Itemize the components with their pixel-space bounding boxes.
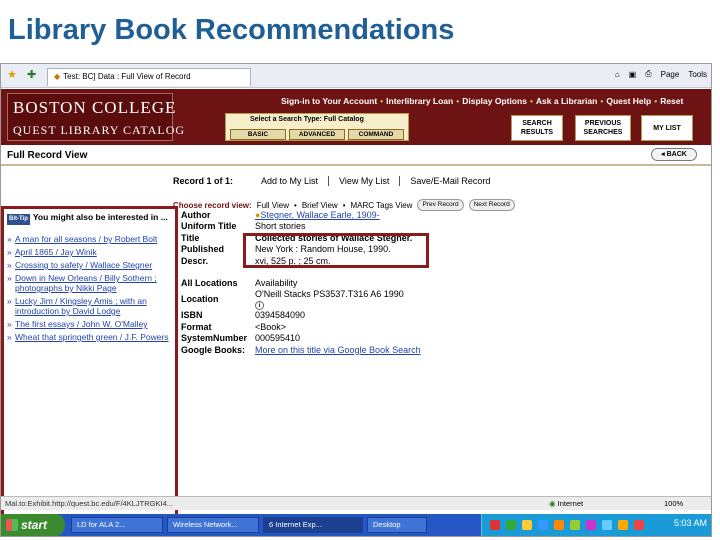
tray-icon[interactable] (570, 520, 580, 530)
tray-icon[interactable] (522, 520, 532, 530)
tray-icon[interactable] (602, 520, 612, 530)
search-type-box: Select a Search Type: Full Catalog BASIC… (225, 113, 409, 141)
browser-tools: ⌂ ▣ ⎙ Page Tools (615, 69, 707, 79)
feeds-icon[interactable]: ▣ (629, 70, 637, 79)
page-menu[interactable]: Page (661, 70, 680, 79)
status-bar: Mal.to:Exhibit.http://quest.bc.edu/F/4KL… (1, 496, 711, 510)
record-row-author: Author ●Stegner, Wallace Earle, 1909- (181, 210, 424, 221)
advanced-search-button[interactable]: ADVANCED (289, 129, 345, 140)
start-button[interactable]: start (1, 514, 65, 536)
nav-ask-librarian[interactable]: Ask a Librarian (536, 96, 597, 106)
record-details: Author ●Stegner, Wallace Earle, 1909- Un… (181, 210, 424, 356)
recommendations-highlight (1, 206, 178, 536)
tray-icon[interactable] (634, 520, 644, 530)
tray-icon[interactable] (538, 520, 548, 530)
security-zone: ◉ Internet (549, 499, 584, 508)
tray-icon[interactable] (490, 520, 500, 530)
favorites-star-icon[interactable]: ★ (7, 68, 17, 81)
browser-screenshot: ★ ✚ ◆ Test: BC] Data : Full View of Recor… (0, 63, 712, 537)
back-button[interactable]: ◂ BACK (651, 148, 697, 161)
nav-display-options[interactable]: Display Options (462, 96, 527, 106)
record-view-title: Full Record View (7, 150, 88, 161)
record-row-uniform-title: Uniform Title Short stories (181, 221, 306, 232)
bc-logo[interactable]: BOSTON COLLEGE QUEST LIBRARY CATALOG (7, 93, 184, 141)
add-favorites-icon[interactable]: ✚ (27, 68, 36, 81)
nav-reset[interactable]: Reset (660, 96, 683, 106)
slide-title: Library Book Recommendations (8, 14, 455, 46)
taskbar-item[interactable]: LD for ALA 2... (71, 517, 163, 533)
status-url: Mal.to:Exhibit.http://quest.bc.edu/F/4KL… (5, 499, 173, 508)
marc-view-link[interactable]: MARC Tags View (351, 201, 413, 210)
logo-line2: QUEST LIBRARY CATALOG (13, 123, 186, 137)
brief-view-link[interactable]: Brief View (302, 201, 338, 210)
full-view-link[interactable]: Full View (257, 201, 289, 210)
nav-quest-help[interactable]: Quest Help (606, 96, 651, 106)
title-highlight (243, 233, 429, 268)
globe-icon: ◉ (549, 499, 556, 508)
system-tray: 5:03 AM (481, 514, 711, 536)
nav-interlibrary-loan[interactable]: Interlibrary Loan (386, 96, 453, 106)
next-record-button[interactable]: Next Record (468, 199, 515, 211)
catalog-banner: BOSTON COLLEGE QUEST LIBRARY CATALOG Sig… (1, 89, 711, 145)
taskbar-item[interactable]: Wireless Network... (167, 517, 259, 533)
search-results-button[interactable]: SEARCH RESULTS (511, 115, 563, 141)
windows-flag-icon (6, 519, 18, 531)
zoom-level[interactable]: 100% (664, 499, 683, 508)
record-nav: Record 1 of 1: Add to My List View My Li… (173, 176, 500, 186)
tab-title: Test: BC] Data : Full View of Record (63, 72, 191, 81)
tray-icon[interactable] (586, 520, 596, 530)
divider (1, 164, 711, 166)
record-count: Record 1 of 1: (173, 176, 234, 186)
logo-line1: BOSTON COLLEGE (13, 98, 177, 117)
browser-toolbar: ★ ✚ ◆ Test: BC] Data : Full View of Recor… (1, 64, 711, 88)
info-icon[interactable]: i (255, 301, 264, 311)
taskbar-item[interactable]: 6 Internet Exp... (263, 517, 363, 533)
record-row-google-books: Google Books: More on this title via Goo… (181, 345, 424, 356)
search-type-label: Select a Search Type: Full Catalog (250, 116, 364, 123)
command-search-button[interactable]: COMMAND (348, 129, 404, 140)
record-row-location: Location O'Neill Stacks PS3537.T316 A6 1… (181, 289, 404, 311)
record-row-isbn: ISBN 0394584090 (181, 310, 306, 321)
my-list-button[interactable]: MY LIST (641, 115, 693, 141)
author-link[interactable]: ●Stegner, Wallace Earle, 1909- (255, 210, 424, 221)
prev-record-button[interactable]: Prev Record (417, 199, 464, 211)
record-row-locations: All Locations Availability (181, 277, 298, 288)
top-nav: Sign-in to Your Account • Interlibrary Lo… (281, 96, 684, 106)
page-icon: ◆ (54, 72, 61, 81)
call-number: O'Neill Stacks PS3537.T316 A6 1990 (255, 289, 404, 300)
nav-sign-in[interactable]: Sign-in to Your Account (281, 96, 377, 106)
taskbar-item[interactable]: Desktop (367, 517, 427, 533)
print-icon[interactable]: ⎙ (645, 69, 651, 79)
clock: 5:03 AM (673, 518, 707, 528)
view-bar-label: Choose record view: (173, 200, 252, 210)
add-to-list-link[interactable]: Add to My List (251, 176, 328, 186)
tray-icon[interactable] (554, 520, 564, 530)
tools-menu[interactable]: Tools (688, 70, 707, 79)
home-icon[interactable]: ⌂ (615, 70, 620, 79)
previous-searches-button[interactable]: PREVIOUS SEARCHES (575, 115, 631, 141)
google-books-link[interactable]: More on this title via Google Book Searc… (255, 345, 424, 356)
record-row-format: Format <Book> (181, 321, 287, 332)
tray-icon[interactable] (506, 520, 516, 530)
tray-icon[interactable] (618, 520, 628, 530)
record-row-system-number: SystemNumber 000595410 (181, 333, 301, 344)
browser-tab[interactable]: ◆ Test: BC] Data : Full View of Record (47, 68, 251, 86)
windows-taskbar: start LD for ALA 2... Wireless Network..… (1, 514, 711, 536)
save-email-link[interactable]: Save/E-Mail Record (399, 176, 500, 186)
basic-search-button[interactable]: BASIC (230, 129, 286, 140)
view-list-link[interactable]: View My List (328, 176, 399, 186)
